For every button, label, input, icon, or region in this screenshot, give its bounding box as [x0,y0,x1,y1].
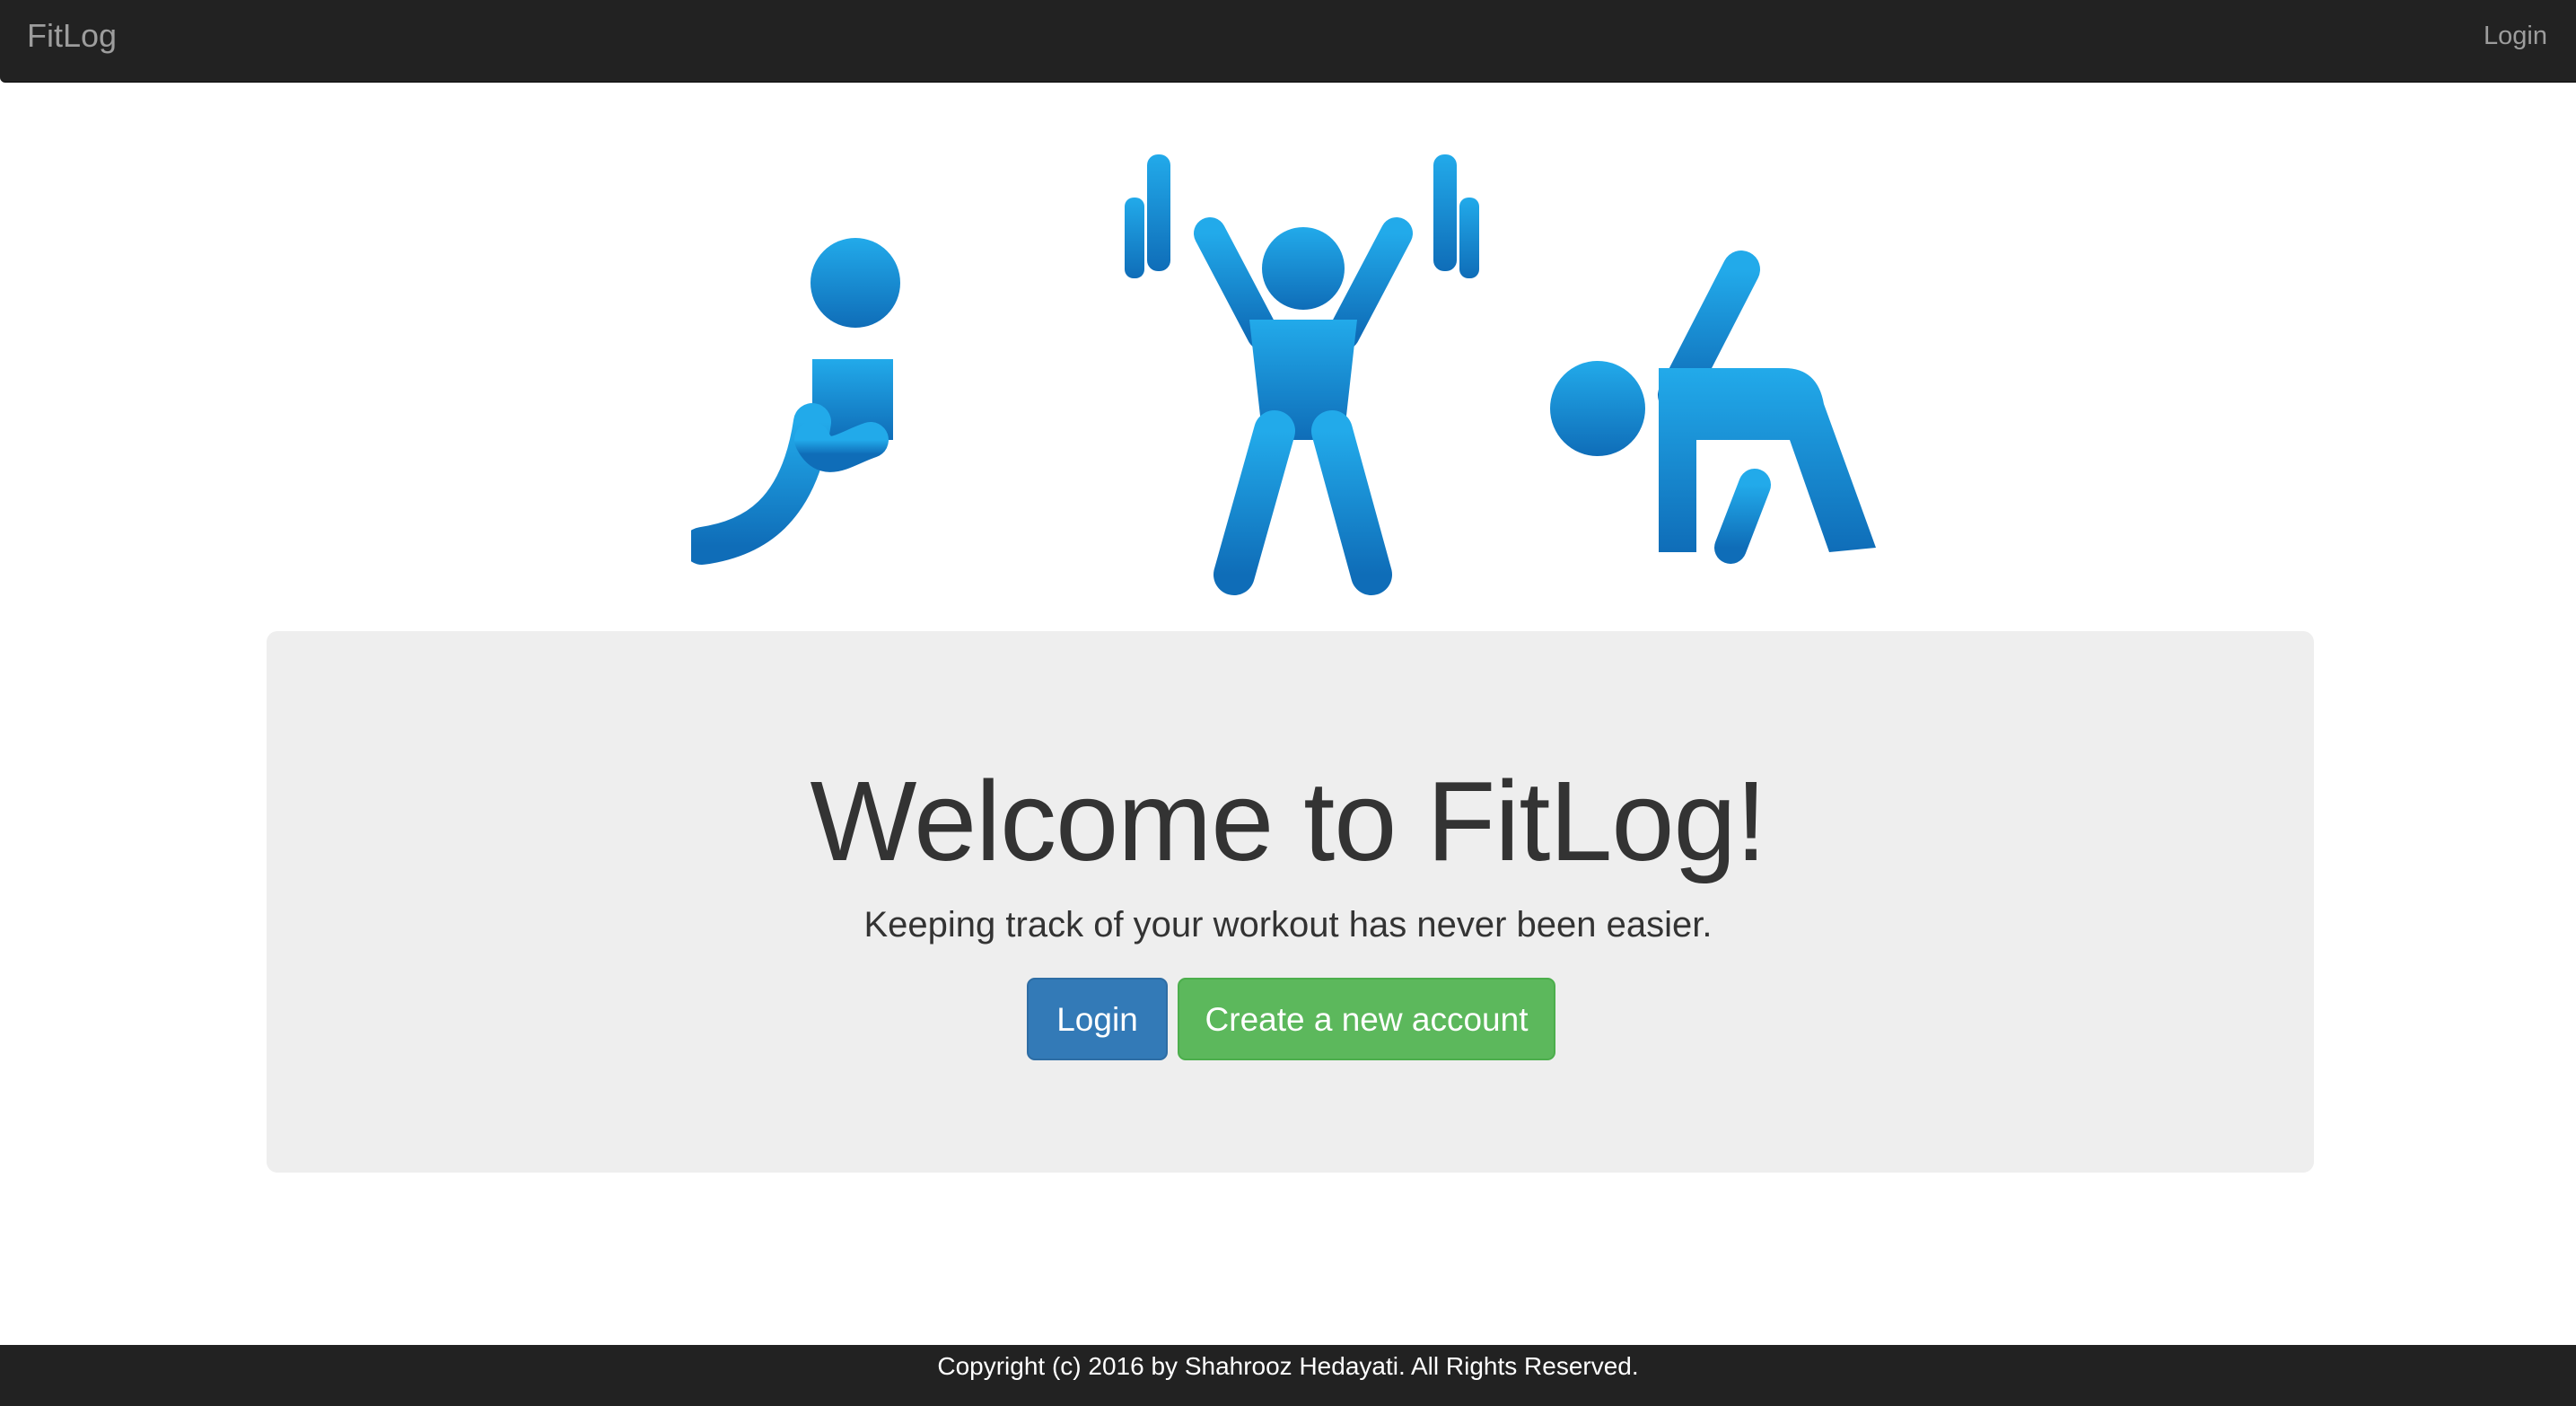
hero-icons [683,144,1894,611]
footer: Copyright (c) 2016 by Shahrooz Hedayati.… [0,1345,2576,1406]
login-button[interactable]: Login [1027,978,1168,1060]
create-account-button[interactable]: Create a new account [1178,978,1555,1060]
nav-login-link[interactable]: Login [2484,18,2547,54]
weightlifter-icon [1109,154,1495,595]
welcome-title: Welcome to FitLog! [810,758,1766,884]
welcome-subtitle: Keeping track of your workout has never … [863,905,1713,945]
brand-link[interactable]: FitLog [27,16,117,56]
stretching-person-icon [683,238,1019,568]
hero-icons-graphic [683,154,1876,595]
bending-person-icon [1550,250,1876,564]
copyright-text: Copyright (c) 2016 by Shahrooz Hedayati.… [937,1352,1639,1380]
top-navbar: FitLog Login [0,0,2576,83]
